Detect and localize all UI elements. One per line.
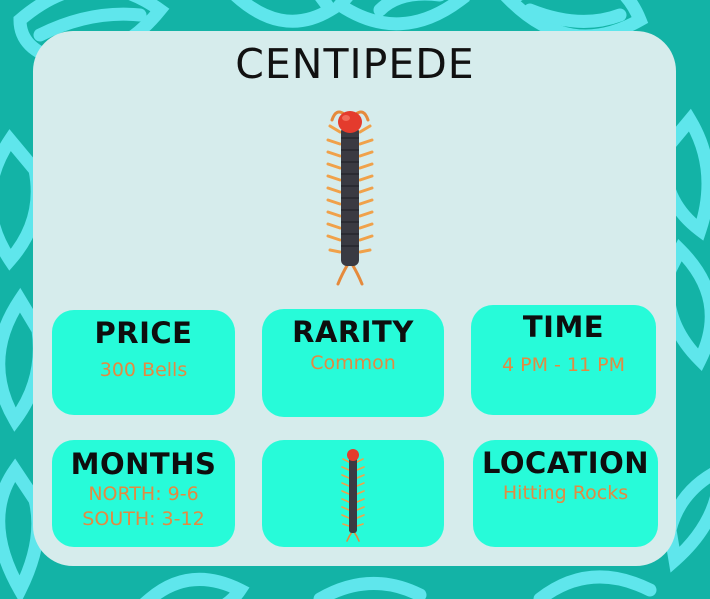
rarity-value: Common xyxy=(310,352,396,374)
location-label: LOCATION xyxy=(481,446,650,480)
months-tile: MONTHS NORTH: 9-6 SOUTH: 3-12 xyxy=(52,440,235,547)
location-value: Hitting Rocks xyxy=(502,482,629,504)
time-label: TIME xyxy=(522,310,605,344)
location-tile: LOCATION Hitting Rocks xyxy=(473,440,658,547)
months-north-value: NORTH: 9-6 xyxy=(88,483,199,505)
centipede-small-icon xyxy=(341,449,365,542)
price-value: 300 Bells xyxy=(99,359,188,381)
months-south-value: SOUTH: 3-12 xyxy=(82,508,205,530)
months-label: MONTHS xyxy=(70,447,217,481)
price-tile: PRICE 300 Bells xyxy=(52,310,235,415)
centipede-hero-image xyxy=(318,104,382,288)
rarity-tile: RARITY Common xyxy=(262,309,444,417)
time-value: 4 PM - 11 PM xyxy=(502,354,625,376)
thumbnail-tile xyxy=(262,440,444,547)
centipede-icon xyxy=(326,110,374,286)
price-label: PRICE xyxy=(94,316,193,350)
centipede-thumbnail xyxy=(338,446,368,542)
page-title: CENTIPEDE xyxy=(235,40,475,88)
time-tile: TIME 4 PM - 11 PM xyxy=(471,305,656,415)
rarity-label: RARITY xyxy=(292,315,414,349)
